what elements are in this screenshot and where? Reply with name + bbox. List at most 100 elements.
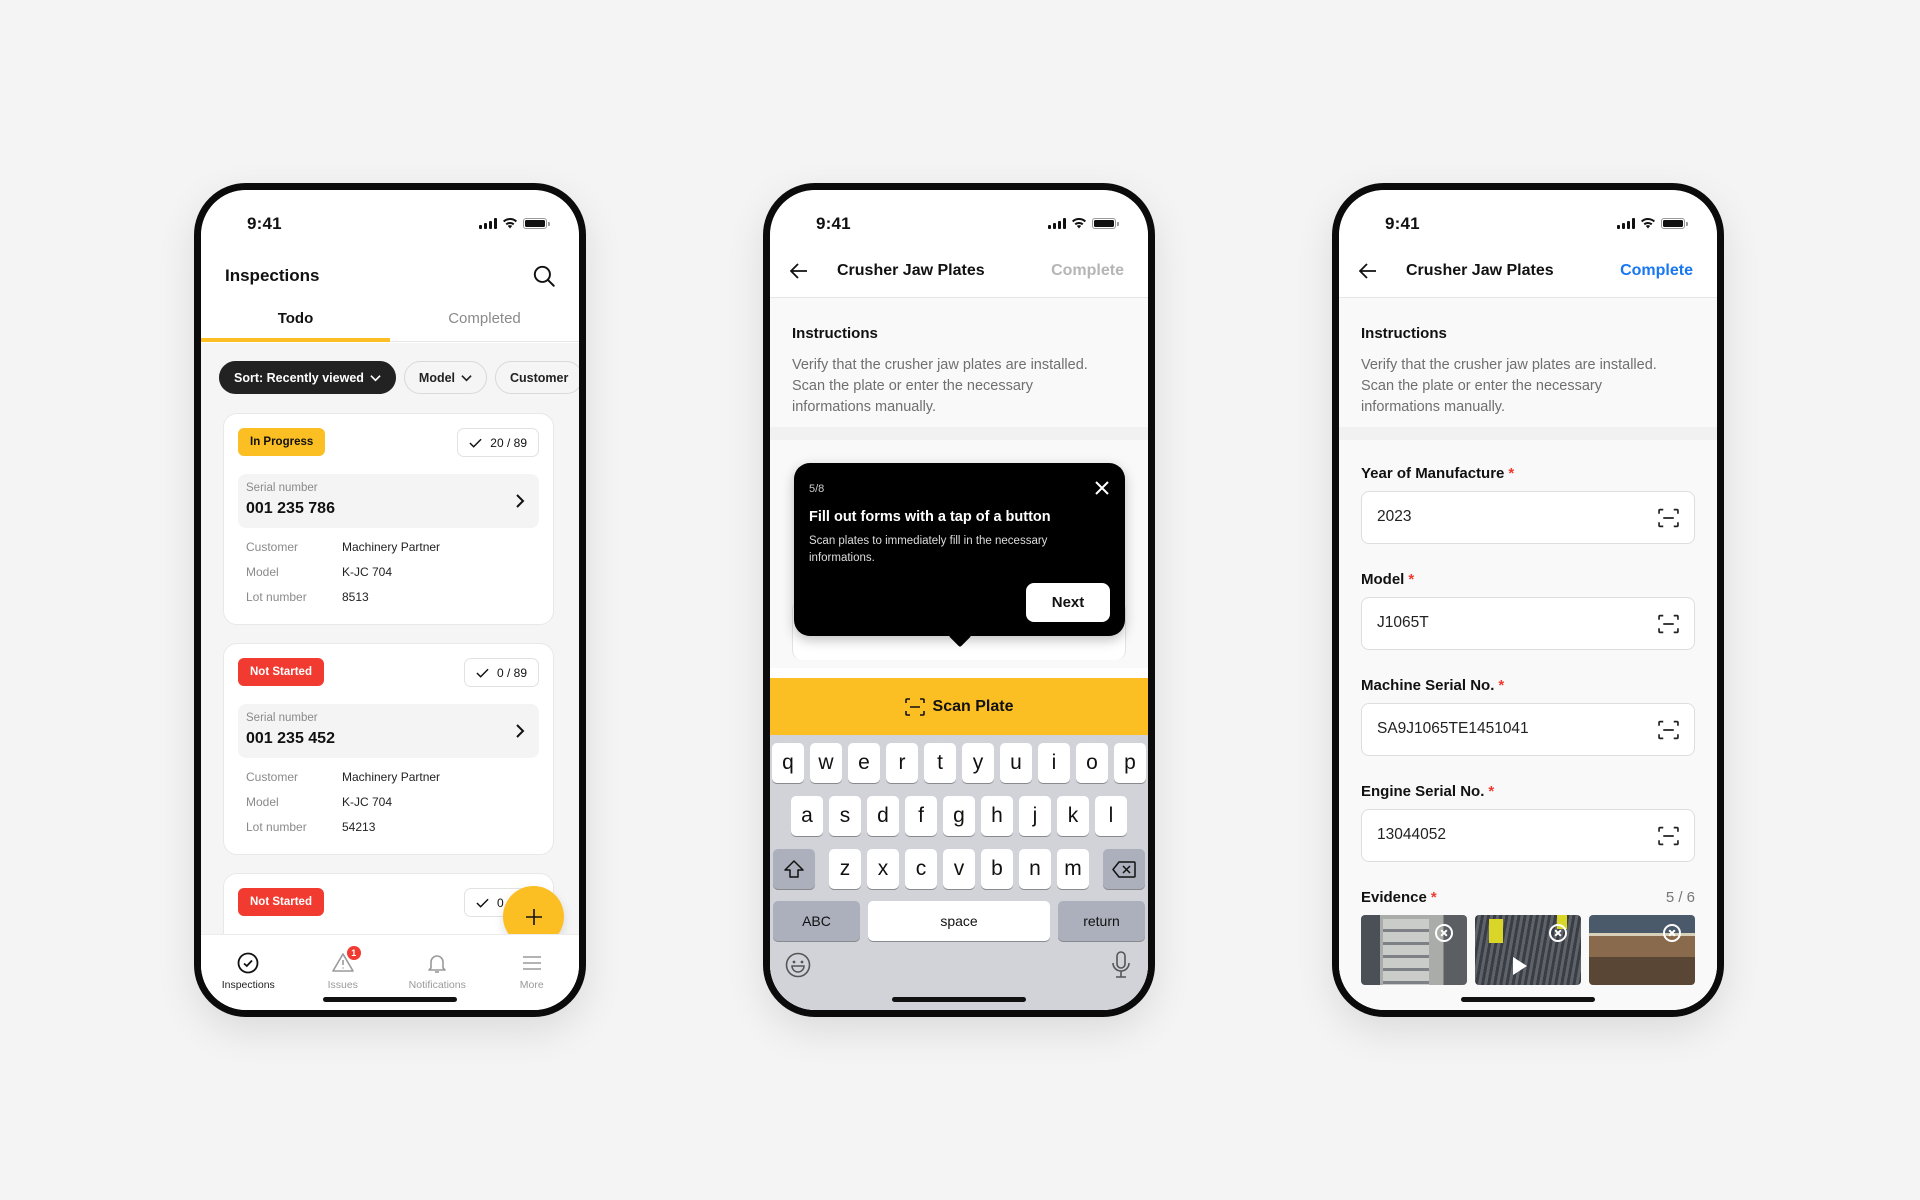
nav-inspections[interactable]: Inspections bbox=[201, 935, 296, 1010]
inspection-card[interactable]: In Progress 20 / 89 Serial number 001 23… bbox=[223, 413, 554, 625]
tab-completed[interactable]: Completed bbox=[390, 300, 579, 341]
key-d[interactable]: d bbox=[867, 796, 899, 836]
key-f[interactable]: f bbox=[905, 796, 937, 836]
space-key[interactable]: space bbox=[868, 901, 1050, 941]
progress-count: 20 / 89 bbox=[457, 428, 539, 457]
year-of-manufacture-input[interactable]: 2023 bbox=[1361, 491, 1695, 544]
scan-icon[interactable] bbox=[1658, 826, 1679, 846]
label-text: Machine Serial No. bbox=[1361, 677, 1495, 694]
key-y[interactable]: y bbox=[962, 743, 994, 783]
key-h[interactable]: h bbox=[981, 796, 1013, 836]
shift-icon bbox=[784, 860, 804, 878]
key-u[interactable]: u bbox=[1000, 743, 1032, 783]
back-arrow-icon[interactable] bbox=[1359, 263, 1377, 279]
key-m[interactable]: m bbox=[1057, 849, 1089, 889]
evidence-photo[interactable] bbox=[1361, 915, 1467, 985]
shift-key[interactable] bbox=[773, 849, 815, 889]
backspace-icon bbox=[1112, 860, 1136, 878]
remove-icon[interactable] bbox=[1549, 924, 1567, 942]
key-r[interactable]: r bbox=[886, 743, 918, 783]
lot-number-row: Lot number 54213 bbox=[246, 820, 375, 834]
key-j[interactable]: j bbox=[1019, 796, 1051, 836]
key-l[interactable]: l bbox=[1095, 796, 1127, 836]
emoji-icon[interactable] bbox=[785, 952, 811, 978]
inspection-card[interactable]: Not Started 0 / 89 Serial number 001 235… bbox=[223, 643, 554, 855]
serial-number-row[interactable]: Serial number 001 235 452 bbox=[238, 704, 539, 758]
model-filter-chip[interactable]: Model bbox=[403, 361, 488, 394]
chip-label: Model bbox=[418, 370, 456, 385]
scan-plate-button[interactable]: Scan Plate bbox=[770, 678, 1148, 735]
scan-icon[interactable] bbox=[1658, 614, 1679, 634]
key-s[interactable]: s bbox=[829, 796, 861, 836]
complete-button[interactable]: Complete bbox=[1051, 262, 1124, 280]
sort-chip[interactable]: Sort: Recently viewed bbox=[219, 361, 396, 394]
backspace-key[interactable] bbox=[1103, 849, 1145, 889]
nav-label: Notifications bbox=[408, 979, 466, 991]
phone-filled-form: 9:41 Crusher Jaw Plates Complete Instruc… bbox=[1332, 183, 1724, 1017]
engine-serial-input[interactable]: 13044052 bbox=[1361, 809, 1695, 862]
search-icon[interactable] bbox=[531, 263, 557, 289]
key-v[interactable]: v bbox=[943, 849, 975, 889]
instructions-text: Verify that the crusher jaw plates are i… bbox=[1361, 357, 1657, 415]
chevron-down-icon bbox=[461, 374, 472, 381]
value: Machinery Partner bbox=[342, 770, 441, 784]
scan-icon[interactable] bbox=[1658, 508, 1679, 528]
page-title: Crusher Jaw Plates bbox=[1406, 262, 1554, 279]
check-icon bbox=[476, 668, 489, 678]
home-indicator bbox=[323, 997, 457, 1002]
remove-icon[interactable] bbox=[1435, 924, 1453, 942]
evidence-photo[interactable] bbox=[1589, 915, 1695, 985]
key-b[interactable]: b bbox=[981, 849, 1013, 889]
required-marker: * bbox=[1488, 783, 1495, 800]
key-q[interactable]: q bbox=[772, 743, 804, 783]
instructions-section: Instructions Verify that the crusher jaw… bbox=[770, 298, 1148, 427]
key-o[interactable]: o bbox=[1076, 743, 1108, 783]
play-icon[interactable] bbox=[1513, 957, 1527, 975]
key-a[interactable]: a bbox=[791, 796, 823, 836]
key-g[interactable]: g bbox=[943, 796, 975, 836]
close-icon[interactable] bbox=[1094, 480, 1110, 496]
battery-icon bbox=[523, 217, 550, 229]
required-marker: * bbox=[1430, 889, 1437, 906]
cellular-signal-icon bbox=[1048, 217, 1066, 229]
next-button[interactable]: Next bbox=[1026, 583, 1110, 622]
evidence-video[interactable] bbox=[1475, 915, 1581, 985]
abc-key[interactable]: ABC bbox=[773, 901, 860, 941]
status-badge: Not Started bbox=[238, 658, 324, 686]
wifi-icon bbox=[1072, 218, 1086, 229]
customer-filter-chip[interactable]: Customer bbox=[495, 361, 579, 394]
serial-value: 001 235 786 bbox=[246, 500, 335, 517]
label: Model bbox=[246, 565, 279, 579]
complete-button[interactable]: Complete bbox=[1620, 262, 1693, 280]
key-t[interactable]: t bbox=[924, 743, 956, 783]
phone-scan-onboarding: 9:41 Crusher Jaw Plates Complete Instruc… bbox=[763, 183, 1155, 1017]
key-x[interactable]: x bbox=[867, 849, 899, 889]
instructions-title: Instructions bbox=[792, 325, 878, 342]
key-c[interactable]: c bbox=[905, 849, 937, 889]
progress-count: 0 / 89 bbox=[463, 658, 539, 687]
tab-todo[interactable]: Todo bbox=[201, 300, 390, 342]
return-key[interactable]: return bbox=[1058, 901, 1145, 941]
key-n[interactable]: n bbox=[1019, 849, 1051, 889]
key-z[interactable]: z bbox=[829, 849, 861, 889]
nav-more[interactable]: More bbox=[485, 935, 580, 1010]
microphone-icon[interactable] bbox=[1111, 951, 1131, 979]
remove-icon[interactable] bbox=[1663, 924, 1681, 942]
key-p[interactable]: p bbox=[1114, 743, 1146, 783]
serial-number-row[interactable]: Serial number 001 235 786 bbox=[238, 474, 539, 528]
issues-badge: 1 bbox=[346, 946, 361, 960]
image-detail bbox=[1489, 919, 1503, 943]
model-input[interactable]: J1065T bbox=[1361, 597, 1695, 650]
scan-icon[interactable] bbox=[1658, 720, 1679, 740]
machine-serial-input[interactable]: SA9J1065TE1451041 bbox=[1361, 703, 1695, 756]
key-k[interactable]: k bbox=[1057, 796, 1089, 836]
nav-header: Crusher Jaw Plates Complete bbox=[1339, 246, 1717, 298]
scan-plate-label: Scan Plate bbox=[932, 697, 1014, 715]
check-icon bbox=[476, 898, 489, 908]
key-w[interactable]: w bbox=[810, 743, 842, 783]
key-i[interactable]: i bbox=[1038, 743, 1070, 783]
label-text: Model bbox=[1361, 571, 1405, 588]
key-e[interactable]: e bbox=[848, 743, 880, 783]
status-bar: 9:41 bbox=[770, 190, 1148, 246]
back-arrow-icon[interactable] bbox=[790, 263, 808, 279]
